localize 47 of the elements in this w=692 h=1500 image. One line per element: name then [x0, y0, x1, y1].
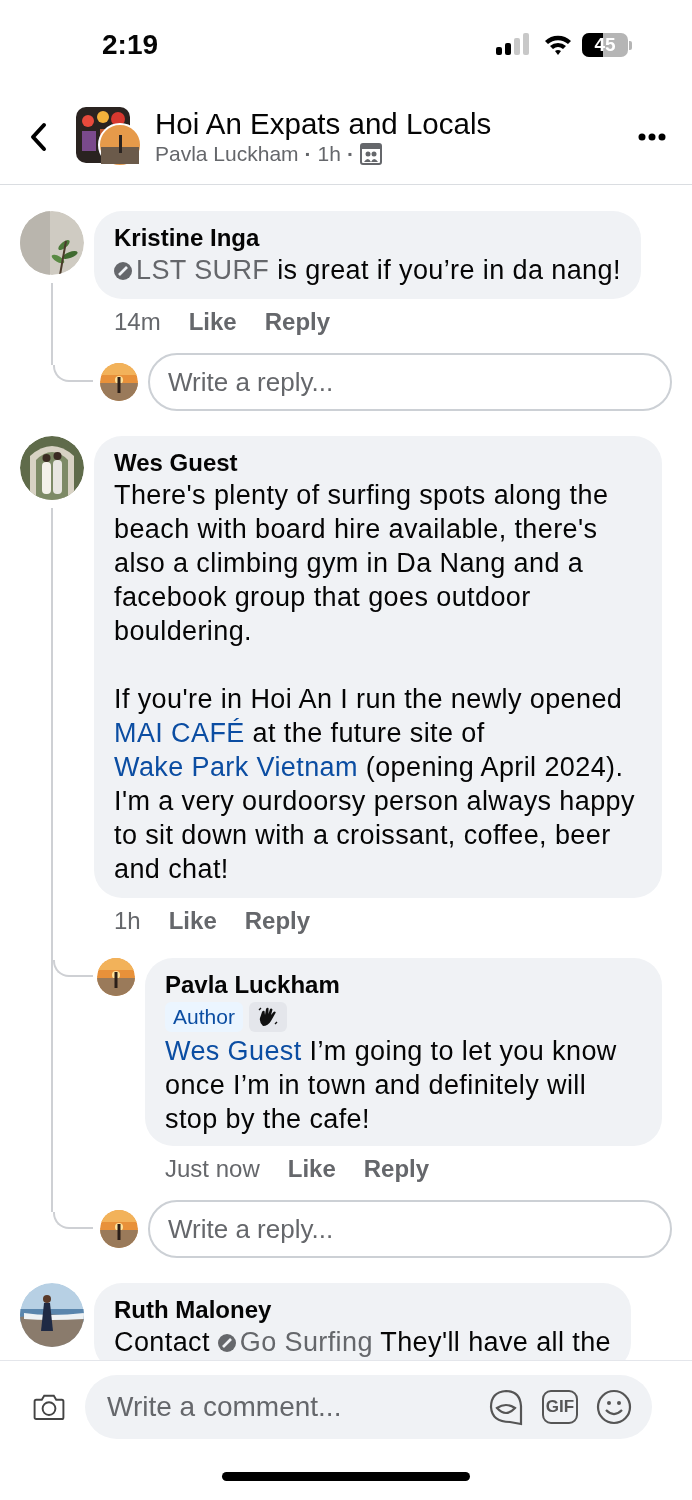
reply-field[interactable]: Write a reply...: [148, 1200, 672, 1258]
author-badge: Author: [165, 1002, 243, 1032]
more-icon[interactable]: [638, 133, 666, 141]
page-icon: [114, 262, 132, 280]
waving-hand-icon: [256, 1006, 279, 1028]
comment-text: If you're in Hoi An I run the newly opened MAI CAFÉ at the future site of Wake Park Vietnam (opening April 2024). I'm a very ourdoorsy person always happy to sit down with a croissant, coffee, beer and chat!: [114, 683, 636, 886]
gif-button[interactable]: GIF: [542, 1389, 578, 1424]
comment-action-link[interactable]: Reply: [264, 308, 331, 336]
emoji-icon[interactable]: [596, 1388, 632, 1425]
separator-dot: ·: [346, 141, 354, 167]
comment-time: 1h: [114, 907, 141, 935]
reply-field[interactable]: Write a reply...: [148, 353, 672, 411]
wifi-icon: [543, 33, 573, 57]
group-title[interactable]: Hoi An Expats and Locals: [155, 107, 638, 141]
page-icon: [217, 1334, 236, 1352]
thread-connector: [53, 365, 93, 382]
mention-link[interactable]: MAI CAFÉ: [114, 718, 245, 748]
page-link[interactable]: Go Surfing: [217, 1327, 373, 1357]
post-time: 1h: [317, 141, 341, 167]
back-icon[interactable]: [28, 122, 48, 152]
comment-author[interactable]: Wes Guest: [114, 448, 642, 478]
comment-author[interactable]: Pavla Luckham: [165, 970, 642, 1000]
comment-field[interactable]: Write a comment... GIF: [85, 1374, 652, 1439]
comment-action-link[interactable]: Like: [168, 907, 217, 935]
comment-action-link[interactable]: Reply: [363, 1155, 430, 1183]
comment-text: There's plenty of surfing spots along the beach with board hire available, there's also a climbing gym in Da Nang and a facebook group that goes outdoor bouldering.: [114, 479, 610, 648]
comment-text: Wes Guest I’m going to let you know once I’m in town and definitely will stop by the cafe!: [165, 1035, 618, 1136]
group-icon: [359, 143, 382, 165]
profile-link[interactable]: Wes Guest: [165, 1036, 302, 1066]
comment-action-link[interactable]: Reply: [244, 907, 311, 935]
thread-connector: [53, 1212, 93, 1229]
home-indicator[interactable]: [222, 1471, 470, 1481]
status-time: 2:19: [102, 29, 159, 61]
comment-time: Just now: [165, 1155, 260, 1183]
post-author[interactable]: Pavla Luckham: [155, 141, 299, 167]
page-link[interactable]: LST SURF: [114, 255, 270, 285]
comment-text: LST SURF is great if you’re in da nang!: [114, 253, 621, 287]
comment-action-link[interactable]: Like: [287, 1155, 336, 1183]
comment-action-link[interactable]: Like: [188, 308, 237, 336]
comment-author[interactable]: Ruth Maloney: [114, 1295, 612, 1325]
comment-author[interactable]: Kristine Inga: [114, 223, 621, 253]
comment-time: 14m: [114, 308, 161, 336]
mention-link[interactable]: Wake Park Vietnam: [114, 752, 358, 782]
comment-text: Contact Go Surfing They'll have all the: [114, 1326, 612, 1359]
thread-connector: [53, 960, 93, 977]
separator-dot: ·: [304, 141, 312, 167]
sticker-icon[interactable]: [488, 1387, 524, 1426]
